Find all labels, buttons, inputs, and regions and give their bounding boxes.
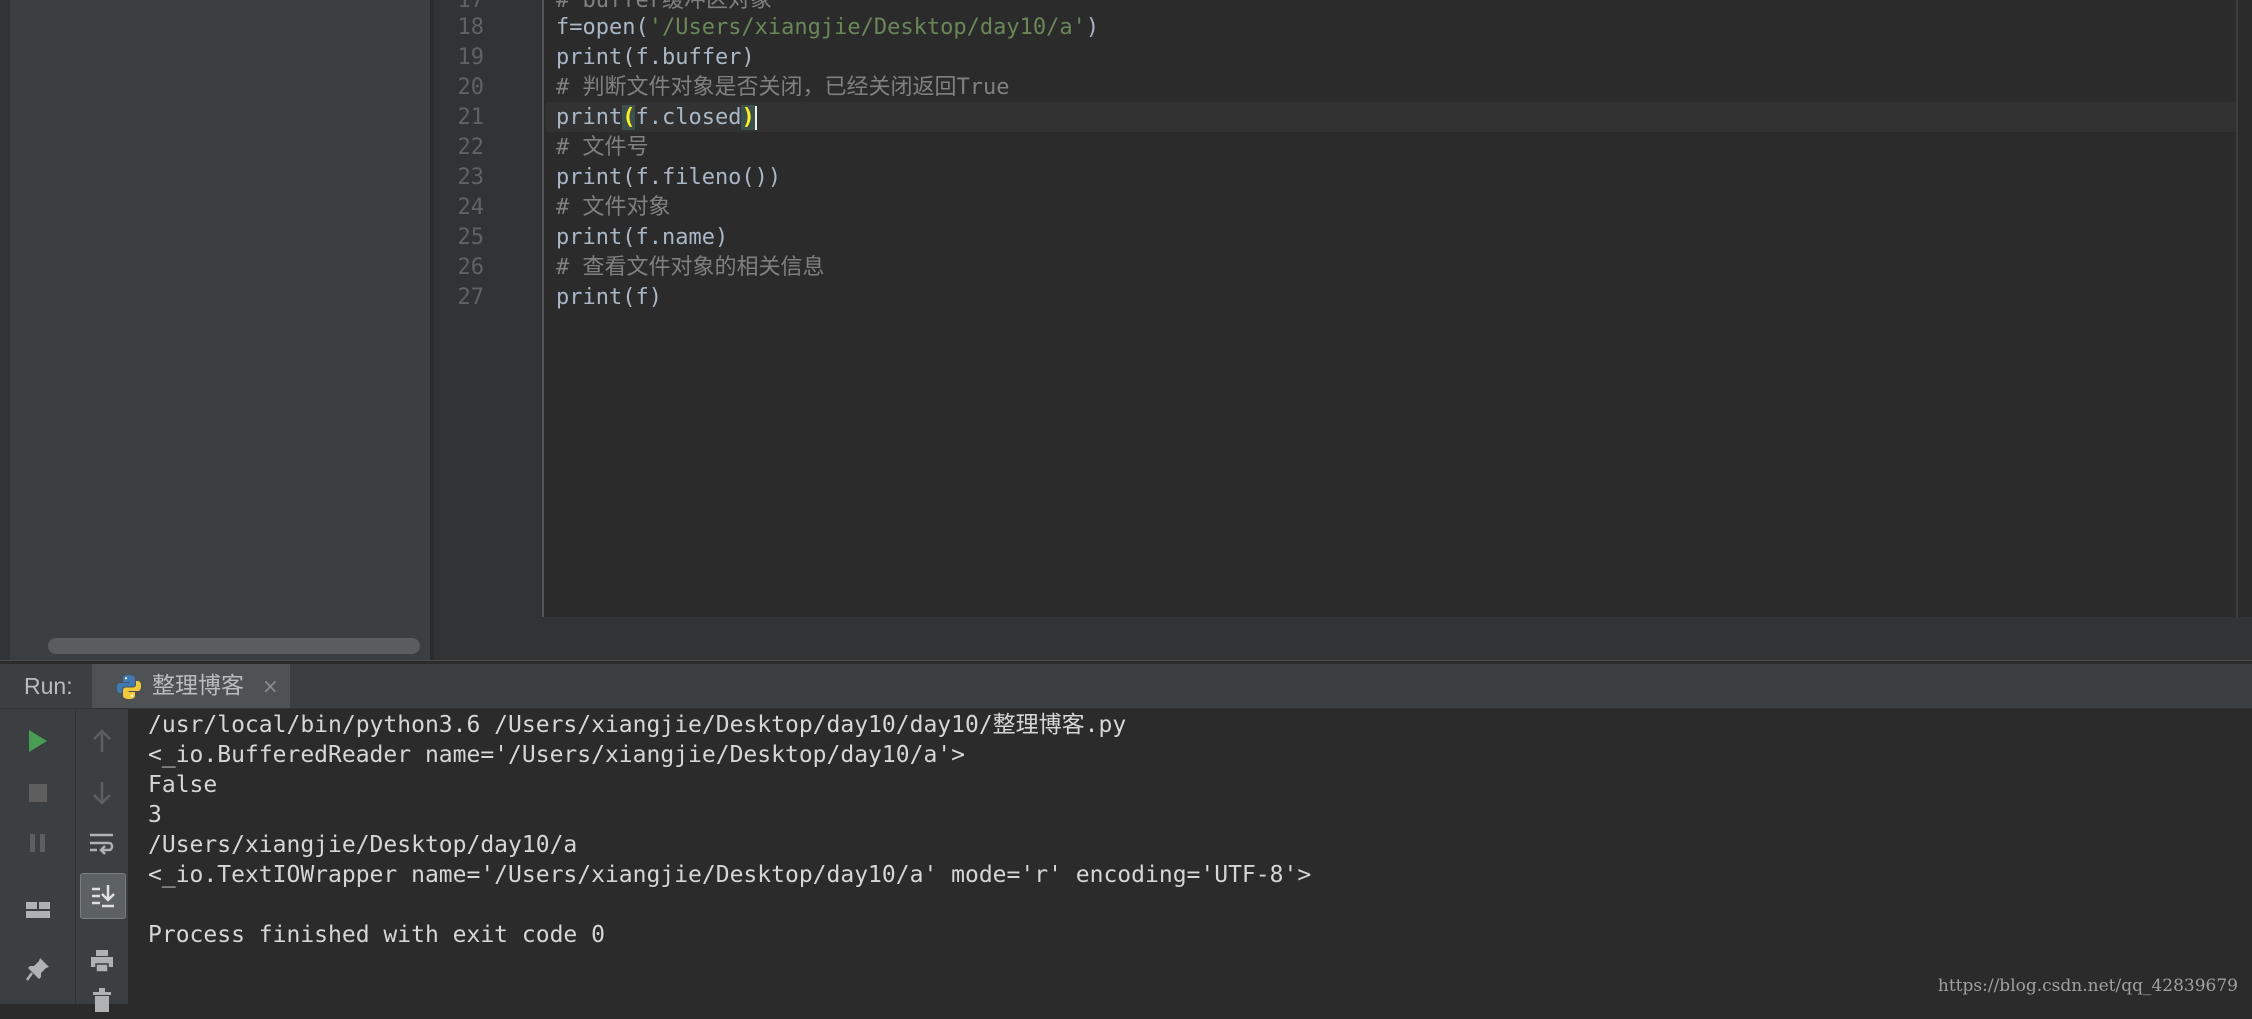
code-line[interactable]: # 判断文件对象是否关闭，已经关闭返回True	[556, 73, 1009, 103]
code-line[interactable]: print(f.buffer)	[556, 43, 755, 73]
code-line[interactable]: # 文件号	[556, 133, 649, 163]
line-number: 22	[457, 135, 485, 160]
up-arrow-icon[interactable]	[82, 721, 122, 761]
string-literal: '/Users/xiangjie/Desktop/day10/a'	[648, 15, 1086, 40]
line-number: 20	[457, 75, 485, 100]
run-toolbar-secondary	[75, 709, 128, 1012]
code-editor[interactable]: # buffer缓冲区对象 f=open('/Users/xiangjie/De…	[546, 0, 2236, 617]
run-icon[interactable]	[18, 721, 58, 761]
pin-icon[interactable]	[18, 949, 58, 989]
matched-brace: (	[622, 105, 636, 130]
line-number-gutter: 17 18 19 20 21 22 23 24 25 26 27	[434, 0, 544, 617]
run-tab-title: 整理博客	[152, 673, 244, 699]
watermark: https://blog.csdn.net/qq_42839679	[1937, 976, 2238, 996]
run-console-output[interactable]: /usr/local/bin/python3.6 /Users/xiangjie…	[128, 709, 2252, 1004]
scroll-to-end-icon[interactable]	[80, 873, 126, 919]
current-line-highlight	[546, 102, 2236, 132]
console-line: False	[148, 772, 218, 798]
code-text: f.closed	[635, 105, 742, 130]
down-arrow-icon[interactable]	[82, 773, 122, 813]
editor-right-scrollbar[interactable]	[2236, 0, 2252, 617]
line-number: 26	[457, 255, 485, 280]
code-line[interactable]: f=open('/Users/xiangjie/Desktop/day10/a'…	[556, 13, 1099, 43]
gutter-separator	[542, 0, 544, 617]
run-panel-header: Run: 整理博客 ×	[0, 664, 2252, 709]
close-icon[interactable]: ×	[262, 664, 279, 708]
ide-top-area: 17 18 19 20 21 22 23 24 25 26 27 # buffe…	[0, 0, 2252, 660]
code-text: print	[556, 105, 623, 130]
pause-icon[interactable]	[18, 823, 58, 863]
line-number: 23	[457, 165, 485, 190]
panel-border	[430, 0, 432, 660]
left-tool-strip	[0, 0, 10, 660]
code-line[interactable]: print(f.fileno())	[556, 163, 781, 193]
console-line: /usr/local/bin/python3.6 /Users/xiangjie…	[148, 712, 1127, 738]
run-tab[interactable]: 整理博客 ×	[92, 664, 290, 708]
line-number: 21	[457, 105, 485, 130]
code-line[interactable]: print(f)	[556, 283, 662, 313]
line-number: 27	[457, 285, 485, 310]
run-toolbar-primary	[0, 709, 75, 1004]
layout-icon[interactable]	[18, 889, 58, 929]
soft-wrap-icon[interactable]	[82, 823, 122, 863]
console-line: <_io.BufferedReader name='/Users/xiangji…	[148, 742, 965, 768]
console-line: <_io.TextIOWrapper name='/Users/xiangjie…	[148, 862, 1312, 888]
code-text: )	[1085, 15, 1100, 40]
console-line: 3	[148, 802, 162, 828]
console-line: Process finished with exit code 0	[148, 922, 605, 948]
run-label: Run:	[24, 673, 73, 699]
console-line: /Users/xiangjie/Desktop/day10/a	[148, 832, 578, 858]
text-caret	[754, 106, 757, 130]
line-number: 19	[457, 45, 485, 70]
python-icon	[117, 675, 141, 699]
editor-bottom-bar	[434, 617, 2252, 660]
project-panel	[0, 0, 432, 660]
print-icon[interactable]	[82, 941, 122, 981]
stop-icon[interactable]	[18, 773, 58, 813]
line-number: 25	[457, 225, 485, 250]
code-line-current[interactable]: print(f.closed)	[556, 103, 757, 133]
code-text: f=open(	[556, 15, 649, 40]
line-number: 24	[457, 195, 485, 220]
code-line[interactable]: # 查看文件对象的相关信息	[556, 253, 825, 283]
line-number: 18	[457, 15, 485, 40]
matched-brace: )	[741, 105, 755, 130]
trash-icon[interactable]	[82, 979, 122, 1019]
project-horizontal-scrollbar[interactable]	[48, 638, 420, 654]
code-line[interactable]: # 文件对象	[556, 193, 671, 223]
code-line[interactable]: print(f.name)	[556, 223, 728, 253]
